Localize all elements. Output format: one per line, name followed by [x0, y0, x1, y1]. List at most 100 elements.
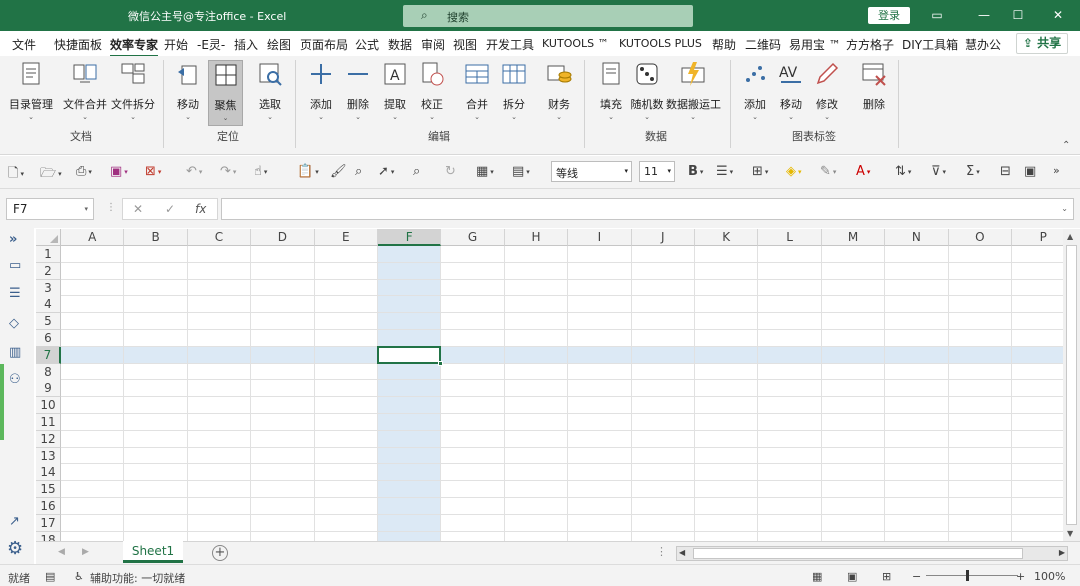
split-button[interactable]: 拆分 ⌄ — [497, 60, 531, 121]
columns-panel-icon[interactable]: ▥ — [9, 345, 21, 360]
open-folder-icon[interactable]: 🗁 ▾ — [40, 164, 62, 186]
row-header-3[interactable]: 3 — [36, 279, 61, 297]
add-label-button[interactable]: 添加 ⌄ — [738, 60, 772, 121]
font-color-icon[interactable]: A ▾ — [856, 164, 870, 179]
row-header-8[interactable]: 8 — [36, 363, 61, 381]
font-size-select[interactable]: 11 ▾ — [639, 161, 675, 182]
column-header-n[interactable]: N — [885, 229, 949, 246]
row-header-10[interactable]: 10 — [36, 397, 61, 415]
select-button[interactable]: 选取 ⌄ — [252, 60, 288, 121]
zoom-slider[interactable] — [926, 570, 1018, 581]
delete-button[interactable]: 删除 ⌄ — [341, 60, 375, 121]
scroll-up-icon[interactable]: ▲ — [1067, 232, 1073, 241]
touch-mode-icon[interactable]: ☝ ▾ — [254, 164, 267, 179]
row-header-16[interactable]: 16 — [36, 498, 61, 515]
tab-huibangong[interactable]: 慧办公 — [965, 36, 1001, 53]
zoom-out-button[interactable]: − — [912, 570, 921, 583]
column-header-c[interactable]: C — [187, 229, 252, 246]
tab-review[interactable]: 审阅 — [421, 36, 445, 53]
tab-yiyongbao[interactable]: 易用宝 ™ — [789, 36, 841, 53]
clear-format-icon[interactable]: ✎ ▾ — [820, 164, 836, 179]
column-header-e[interactable]: E — [314, 229, 378, 246]
column-header-m[interactable]: M — [821, 229, 886, 246]
spreadsheet-grid[interactable]: A B C D E F G H I J K L M N O P 1 2 3 4 5 6 7 8 9 10 11 12 13 14 15 16 1… — [36, 229, 1063, 541]
ribbon-display-options-icon[interactable]: ▭ — [927, 6, 947, 24]
tab-page-layout[interactable]: 页面布局 — [300, 36, 348, 53]
tab-quick-panel[interactable]: 快捷面板 — [54, 36, 102, 53]
collapse-ribbon-icon[interactable]: ⌃ — [1062, 140, 1070, 151]
tab-help[interactable]: 帮助 — [712, 36, 736, 53]
tab-fangfang-gezi[interactable]: 方方格子 — [846, 36, 894, 53]
column-header-i[interactable]: I — [568, 229, 632, 246]
select-cursor-icon[interactable]: ➚ ▾ — [378, 164, 394, 179]
column-header-b[interactable]: B — [124, 229, 188, 246]
maximize-button[interactable]: ☐ — [1008, 6, 1028, 24]
active-cell[interactable] — [377, 345, 444, 366]
zoom-in-button[interactable]: + — [1016, 570, 1025, 583]
column-header-d[interactable]: D — [251, 229, 315, 246]
row-header-14[interactable]: 14 — [36, 464, 61, 482]
row-header-1[interactable]: 1 — [36, 246, 61, 263]
new-file-icon[interactable]: 🗋 ▾ — [8, 164, 24, 186]
row-header-15[interactable]: 15 — [36, 481, 61, 499]
sheet-tab-sheet1[interactable]: Sheet1 — [123, 541, 183, 563]
list-panel-icon[interactable]: ☰ — [9, 286, 21, 301]
modify-label-button[interactable]: 修改 ⌄ — [810, 60, 844, 121]
border-icon[interactable]: ⊞ ▾ — [752, 164, 768, 179]
column-header-l[interactable]: L — [758, 229, 822, 246]
tab-file[interactable]: 文件 — [12, 36, 36, 53]
row-header-2[interactable]: 2 — [36, 262, 61, 280]
align-icon[interactable]: ☰ ▾ — [716, 164, 733, 179]
tab-qrcode[interactable]: 二维码 — [745, 36, 781, 53]
minimize-button[interactable]: — — [974, 6, 994, 24]
zoom-slider-knob[interactable] — [966, 570, 969, 581]
paste-icon[interactable]: 📋 ▾ — [297, 164, 319, 179]
row-header-17[interactable]: 17 — [36, 514, 61, 532]
move-label-button[interactable]: AV 移动 ⌄ — [774, 60, 808, 121]
column-header-f[interactable]: F — [378, 229, 442, 246]
select-all-button[interactable] — [36, 229, 61, 246]
tab-e-ling[interactable]: -E灵- — [197, 36, 225, 53]
merge-button[interactable]: 合并 ⌄ — [460, 60, 494, 121]
scroll-left-icon[interactable]: ◀ — [679, 548, 685, 557]
bold-button[interactable]: B ▾ — [688, 164, 703, 179]
close-workbook-icon[interactable]: ⊠ ▾ — [145, 164, 161, 179]
extract-button[interactable]: A 提取 ⌄ — [378, 60, 412, 121]
search-box[interactable]: ⌕ 搜索 — [403, 5, 693, 27]
login-button[interactable]: 登录 — [868, 7, 910, 24]
move-button[interactable]: 移动 ⌄ — [170, 60, 206, 121]
enter-formula-button[interactable]: ✓ — [165, 202, 175, 216]
view-window-icon[interactable]: ▣ — [1024, 164, 1036, 179]
filter-icon[interactable]: ⊽ ▾ — [931, 164, 946, 179]
tab-split-handle-icon[interactable]: ⋮ — [656, 545, 667, 558]
font-name-select[interactable]: 等线 ▾ — [551, 161, 632, 182]
tab-home[interactable]: 开始 — [164, 36, 188, 53]
autosum-icon[interactable]: Σ ▾ — [966, 164, 980, 179]
row-header-4[interactable]: 4 — [36, 296, 61, 314]
accessibility-icon[interactable]: ♿ — [74, 570, 84, 583]
directory-manage-button[interactable]: 目录管理 ⌄ — [8, 60, 54, 121]
tab-kutools[interactable]: KUTOOLS ™ — [542, 37, 609, 50]
data-porter-button[interactable]: 数据搬运工 ⌄ — [666, 60, 721, 121]
name-box[interactable]: F7 ▾ — [6, 198, 94, 220]
workbook-panel-icon[interactable]: ▭ — [9, 258, 21, 273]
scroll-down-icon[interactable]: ▼ — [1067, 529, 1073, 538]
page-layout-view-icon[interactable]: ▣ — [847, 570, 857, 583]
scroll-right-icon[interactable]: ▶ — [1059, 548, 1065, 557]
zoom-level[interactable]: 100% — [1034, 570, 1065, 583]
undo-icon[interactable]: ↶ ▾ — [186, 164, 202, 179]
row-header-12[interactable]: 12 — [36, 430, 61, 448]
normal-view-icon[interactable]: ▦ — [812, 570, 822, 583]
column-header-k[interactable]: K — [695, 229, 759, 246]
share-button[interactable]: ⇪ 共享 — [1016, 33, 1068, 54]
gear-icon[interactable]: ⚙ — [7, 538, 23, 559]
add-button[interactable]: 添加 ⌄ — [304, 60, 338, 121]
save-icon[interactable]: ▣ ▾ — [110, 164, 128, 179]
column-header-p[interactable]: P — [1012, 229, 1063, 246]
tab-efficiency-expert[interactable]: 效率专家 — [110, 36, 159, 57]
tab-developer[interactable]: 开发工具 — [486, 36, 534, 53]
tab-draw[interactable]: 绘图 — [267, 36, 291, 53]
vertical-scrollbar[interactable]: ▲ ▼ — [1063, 229, 1080, 541]
row-header-13[interactable]: 13 — [36, 447, 61, 465]
finance-button[interactable]: 财务 ⌄ — [542, 60, 576, 121]
